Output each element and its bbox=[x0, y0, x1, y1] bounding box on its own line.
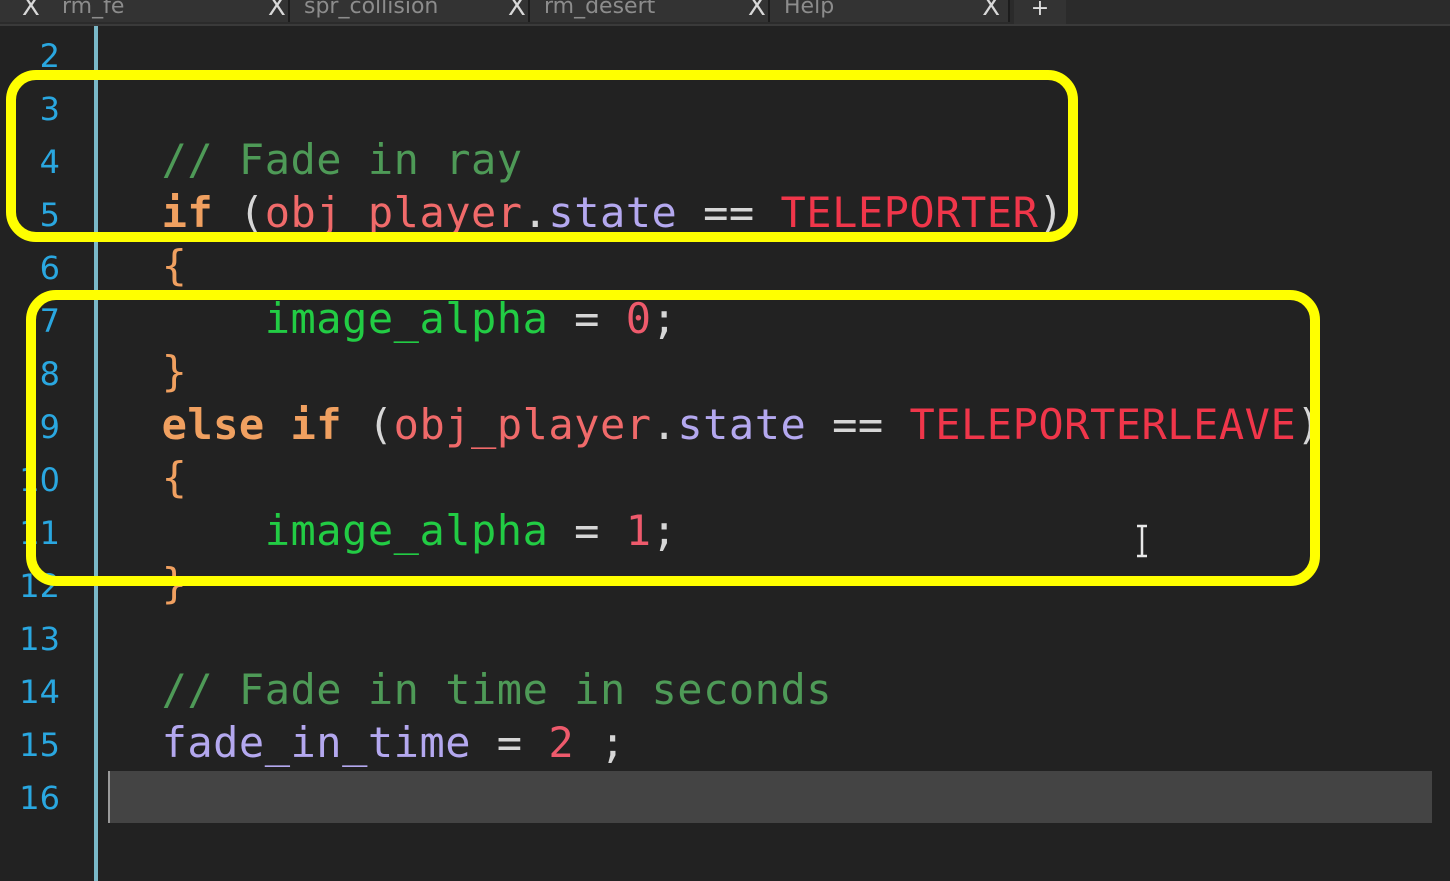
tab-label: spr_collision bbox=[304, 0, 439, 19]
highlight-box-if-block bbox=[6, 70, 1078, 242]
tab-help[interactable]: X Help X bbox=[748, 0, 1010, 22]
current-line-highlight[interactable] bbox=[108, 771, 1432, 823]
operator: = bbox=[471, 718, 549, 767]
close-icon[interactable]: X bbox=[982, 0, 1000, 22]
close-icon[interactable]: X bbox=[508, 0, 526, 22]
line-number: 14 bbox=[19, 673, 60, 711]
tab-rm-desert[interactable]: X rm_desert bbox=[508, 0, 770, 22]
code-line-14[interactable]: fade_in_time = 2 ; bbox=[110, 663, 626, 767]
line-number: 13 bbox=[19, 620, 60, 658]
tab-label: rm_desert bbox=[544, 0, 656, 19]
variable: fade_in_time bbox=[161, 718, 472, 767]
highlight-box-else-if-block bbox=[26, 290, 1320, 586]
new-tab-button[interactable]: + bbox=[1014, 0, 1066, 24]
close-icon[interactable]: X bbox=[22, 0, 40, 22]
semicolon: ; bbox=[574, 718, 626, 767]
close-icon[interactable]: X bbox=[748, 0, 766, 22]
tab-spr-collision[interactable]: X spr_collision bbox=[268, 0, 530, 22]
code-line-6[interactable]: image_alpha = 0; bbox=[110, 239, 677, 343]
tab-bar: X rm_fe X spr_collision X rm_desert X He… bbox=[0, 0, 1450, 26]
plus-icon: + bbox=[1030, 0, 1050, 21]
tab-rm-fe[interactable]: X rm_fe bbox=[0, 0, 290, 22]
line-number: 6 bbox=[39, 249, 60, 287]
close-icon[interactable]: X bbox=[268, 0, 286, 22]
text-cursor-icon bbox=[1137, 524, 1147, 558]
tab-label: Help bbox=[784, 0, 835, 19]
tab-label: rm_fe bbox=[62, 0, 125, 19]
code-line-13[interactable]: // Fade in time in seconds bbox=[110, 610, 832, 714]
line-number: 15 bbox=[19, 726, 60, 764]
line-number: 16 bbox=[19, 779, 60, 817]
number: 2 bbox=[548, 718, 575, 767]
